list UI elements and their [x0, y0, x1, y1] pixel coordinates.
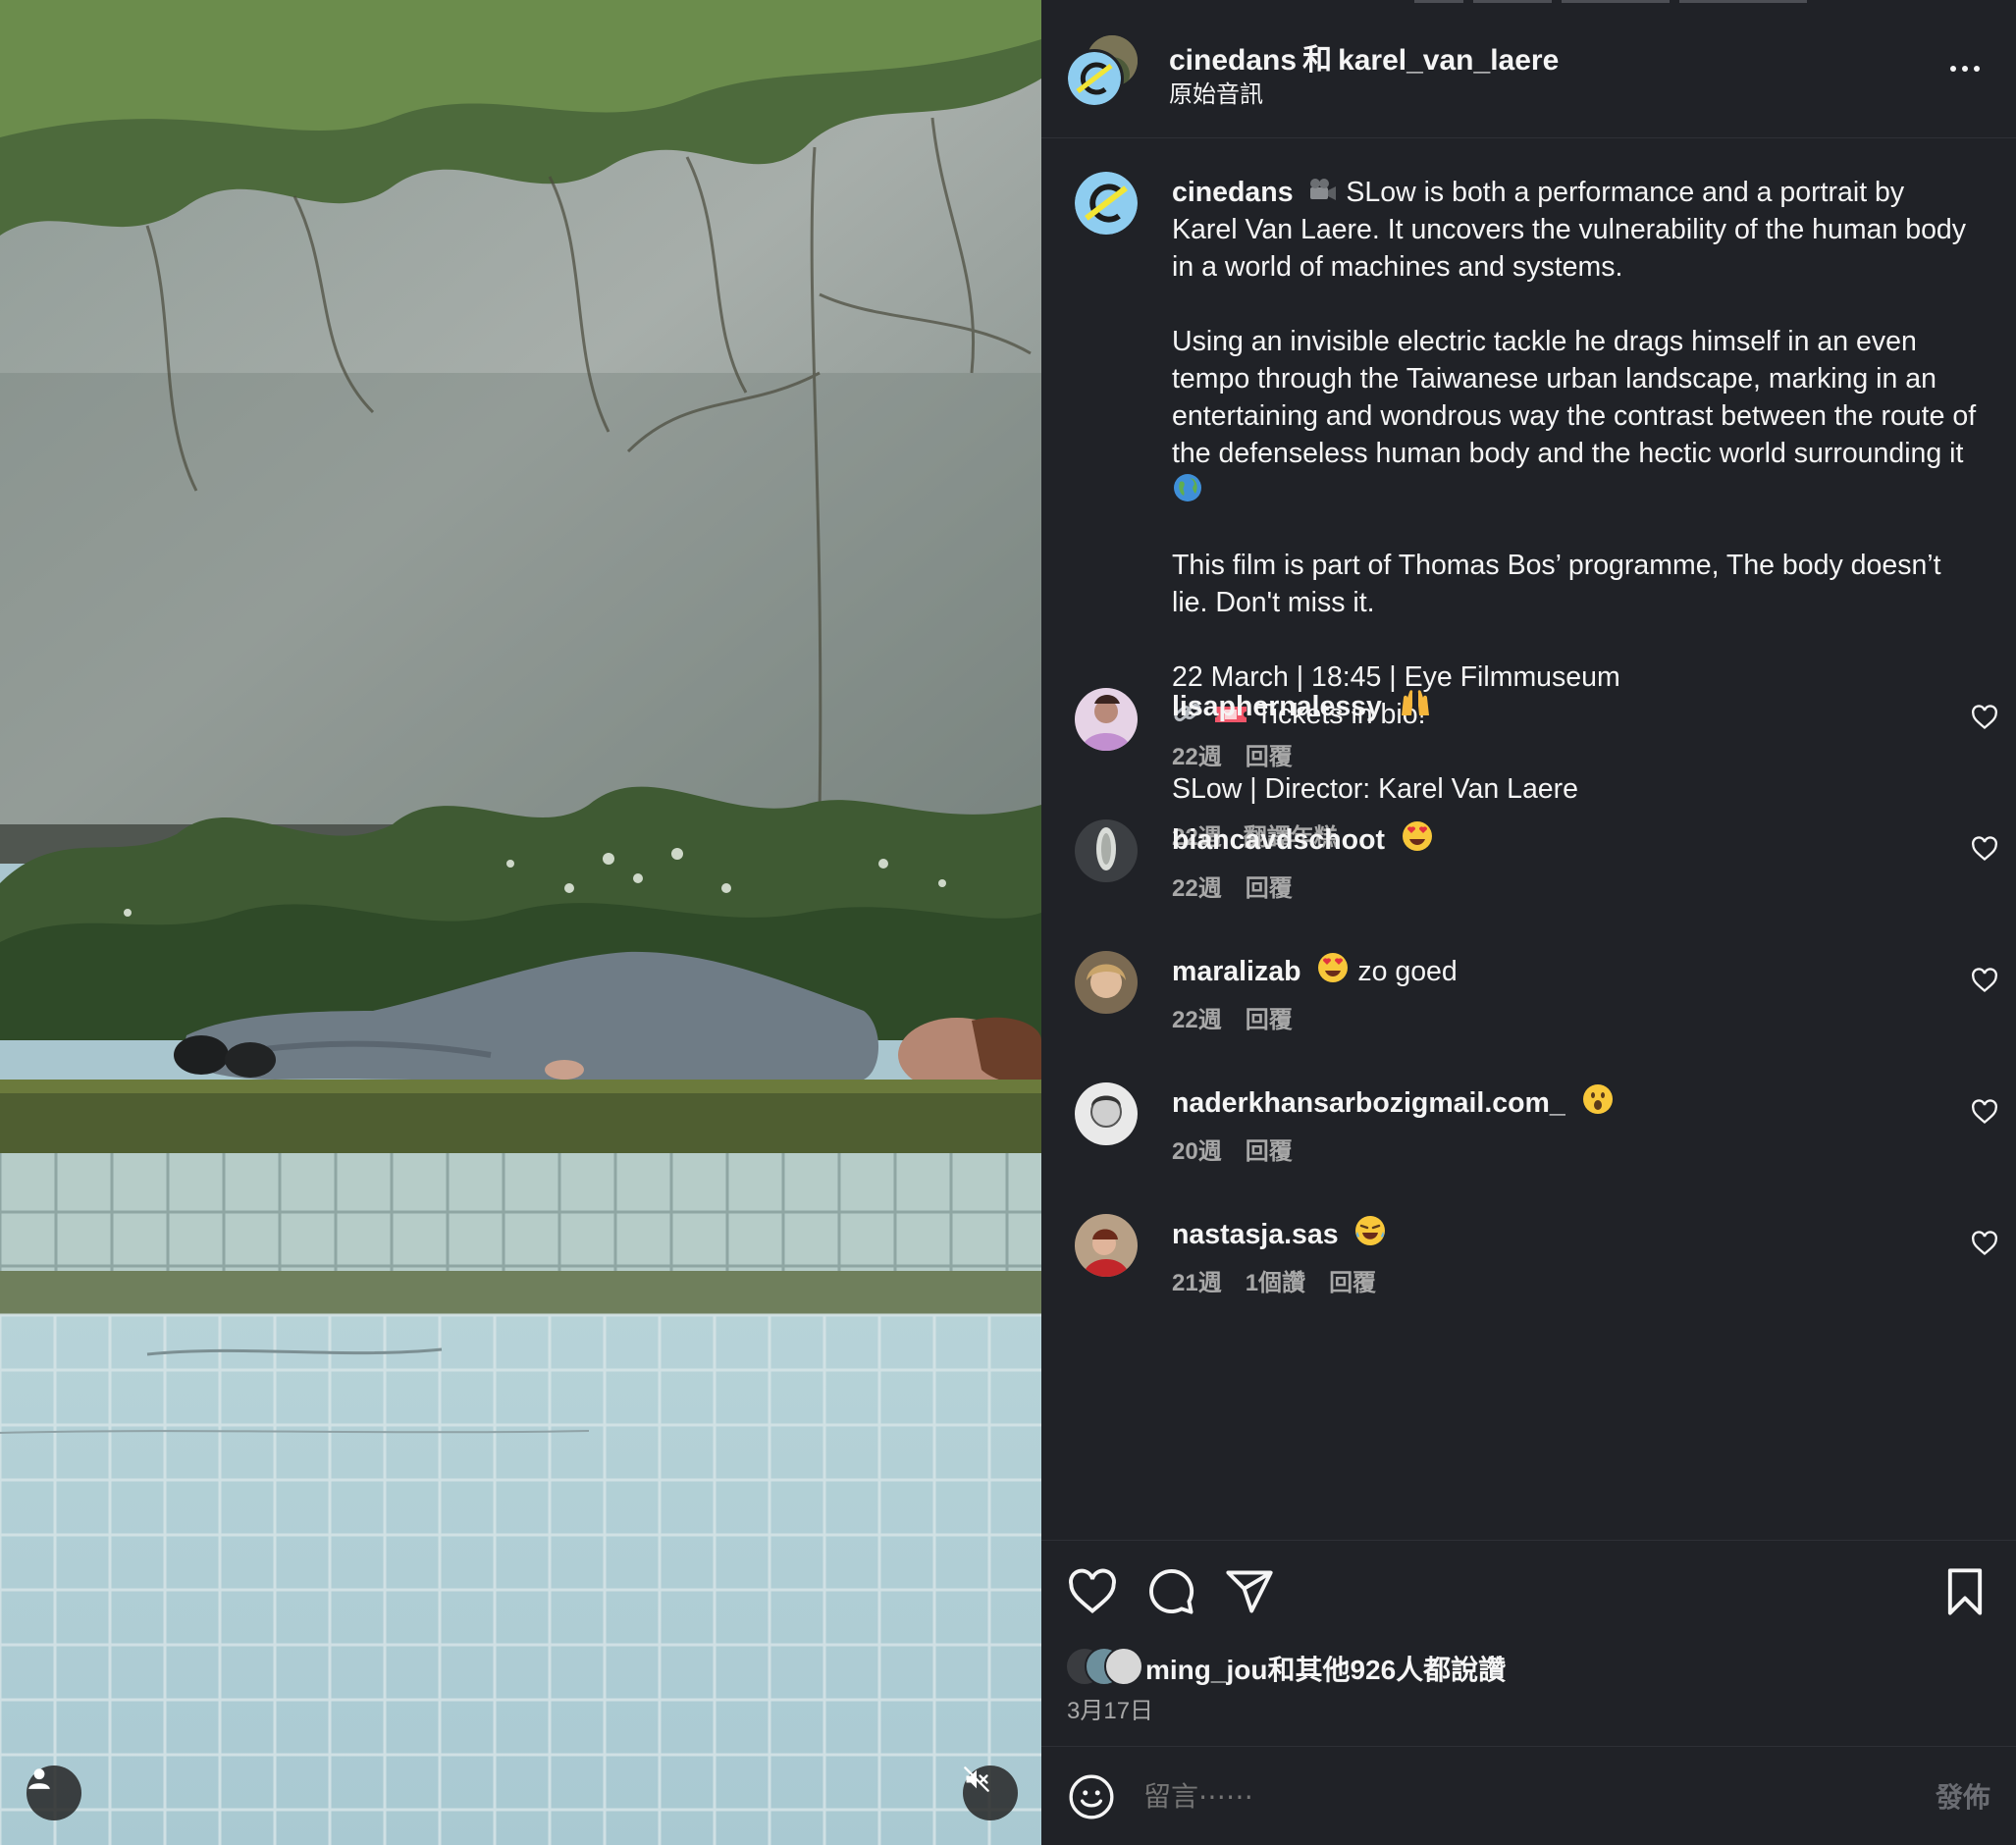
progress-segment: [1562, 0, 1670, 3]
comment-username[interactable]: naderkhansarbozigmail.com_: [1172, 1087, 1565, 1119]
more-icon-dot: [1950, 66, 1956, 72]
cinedans-logo-icon: [1068, 52, 1121, 105]
progress-segment: [1414, 0, 1463, 3]
commenter-avatar[interactable]: [1075, 951, 1138, 1014]
post-comment-button[interactable]: 發佈: [1936, 1776, 1990, 1816]
comment-item: biancavdschoot 22週 回覆: [1041, 819, 2016, 937]
comment-item: maralizab zo goed 22週 回覆: [1041, 951, 2016, 1069]
comment-meta: 22週 回覆: [1172, 1000, 1316, 1034]
reply-button[interactable]: 回覆: [1246, 744, 1293, 770]
commenter-avatar-image: [1075, 1082, 1138, 1145]
comment-input[interactable]: [1143, 1776, 1830, 1818]
caption-author-avatar[interactable]: [1075, 172, 1138, 235]
post-media-video[interactable]: [0, 0, 1041, 1845]
caption-paragraph: This film is part of Thomas Bos’ program…: [1172, 547, 1977, 621]
comments-scroll-area[interactable]: cinedans SLow is both a performance and …: [1041, 138, 2016, 1540]
comment-meta: 21週 1個讚 回覆: [1172, 1263, 1400, 1297]
comment-time[interactable]: 22週: [1172, 1007, 1222, 1033]
comment-time[interactable]: 22週: [1172, 875, 1222, 902]
comment-like-icon[interactable]: [1971, 704, 1998, 731]
more-options-button[interactable]: [1945, 49, 1985, 88]
mute-button[interactable]: [963, 1766, 1018, 1820]
commenter-avatar-image: [1075, 951, 1138, 1014]
reply-button[interactable]: 回覆: [1246, 875, 1293, 902]
post-actions: ming_jou和其他926人都說讚 3月17日: [1041, 1540, 2016, 1746]
save-icon[interactable]: [1939, 1566, 1990, 1617]
comment-item: lisaphernalessy 22週 回覆: [1041, 688, 2016, 806]
user-tag-button[interactable]: [27, 1766, 81, 1820]
commenter-avatar[interactable]: [1075, 1082, 1138, 1145]
post-authors: cinedans 和 karel_van_laere: [1169, 35, 1559, 79]
reply-button[interactable]: 回覆: [1246, 1138, 1293, 1165]
caption-text-3: This film is part of Thomas Bos’ program…: [1172, 550, 1941, 618]
cinedans-logo-icon: [1075, 172, 1138, 235]
comment-body: zo goed: [1357, 956, 1458, 987]
emoji-picker-icon[interactable]: [1067, 1772, 1116, 1821]
mute-icon: [964, 1766, 989, 1792]
comment-username[interactable]: nastasja.sas: [1172, 1219, 1339, 1250]
comment-text: nastasja.sas: [1172, 1214, 1387, 1251]
liker-avatar: [1104, 1647, 1143, 1686]
commenter-avatar[interactable]: [1075, 819, 1138, 882]
author-conjunction: 和: [1302, 44, 1333, 77]
comment-like-icon[interactable]: [1971, 835, 1998, 863]
post-side-panel: cinedans和karel_van_laere 原始音訊 cinedans: [1041, 0, 2016, 1845]
commenter-avatar[interactable]: [1075, 1214, 1138, 1277]
comment-text: naderkhansarbozigmail.com_: [1172, 1082, 1615, 1120]
comment-item: nastasja.sas 21週 1個讚 回覆: [1041, 1214, 2016, 1332]
caption-paragraph: cinedans SLow is both a performance and …: [1172, 174, 1977, 286]
film-camera-icon: [1310, 179, 1337, 200]
comment-icon[interactable]: [1145, 1566, 1196, 1617]
reply-button[interactable]: 回覆: [1329, 1270, 1376, 1296]
user-tag-icon: [28, 1768, 50, 1789]
caption-paragraph: Using an invisible electric tackle he dr…: [1172, 323, 1977, 509]
comment-time[interactable]: 20週: [1172, 1138, 1222, 1165]
progress-segment: [1679, 0, 1807, 3]
comment-like-icon[interactable]: [1971, 1230, 1998, 1257]
comment-text: lisaphernalessy: [1172, 688, 1433, 723]
comment-meta: 20週 回覆: [1172, 1132, 1316, 1166]
liked-by-avatars[interactable]: [1065, 1647, 1145, 1688]
comment-meta: 22週 回覆: [1172, 869, 1316, 903]
heart-eyes-emoji-icon: [1318, 953, 1349, 982]
comment-username[interactable]: maralizab: [1172, 956, 1300, 987]
comment-time[interactable]: 21週: [1172, 1270, 1222, 1296]
like-icon[interactable]: [1067, 1566, 1118, 1617]
comment-time[interactable]: 22週: [1172, 744, 1222, 770]
liked-by-text[interactable]: ming_jou和其他926人都說讚: [1145, 1649, 1506, 1688]
progress-segment: [1473, 0, 1552, 3]
commenter-avatar-image: [1075, 688, 1138, 751]
comment-like-icon[interactable]: [1971, 967, 1998, 994]
comment-username[interactable]: biancavdschoot: [1172, 824, 1385, 856]
video-frame: [0, 0, 1041, 1845]
share-icon[interactable]: [1224, 1566, 1275, 1617]
heart-eyes-emoji-icon: [1402, 821, 1432, 851]
comment-username[interactable]: lisaphernalessy: [1172, 691, 1382, 722]
globe-icon: [1174, 474, 1201, 501]
raised-hands-emoji-icon: [1401, 690, 1429, 715]
more-icon-dot: [1974, 66, 1980, 72]
laughing-emoji-icon: [1355, 1216, 1386, 1245]
commenter-avatar[interactable]: [1075, 688, 1138, 751]
author-avatar[interactable]: [1065, 49, 1124, 108]
comment-item: naderkhansarbozigmail.com_ 20週 回覆: [1041, 1082, 2016, 1200]
more-icon-dot: [1962, 66, 1968, 72]
commenter-avatar-image: [1075, 1214, 1138, 1277]
author-username[interactable]: cinedans: [1169, 44, 1297, 77]
comment-meta: 22週 回覆: [1172, 737, 1316, 771]
comment-composer: 發佈: [1041, 1746, 2016, 1845]
comment-like-count[interactable]: 1個讚: [1246, 1270, 1305, 1296]
post-date[interactable]: 3月17日: [1067, 1691, 1153, 1725]
caption-text-2: Using an invisible electric tackle he dr…: [1172, 326, 1977, 469]
comment-like-icon[interactable]: [1971, 1098, 1998, 1126]
audio-label[interactable]: 原始音訊: [1169, 75, 1263, 109]
caption-username[interactable]: cinedans: [1172, 177, 1294, 208]
comment-text: biancavdschoot: [1172, 819, 1434, 857]
post-header: cinedans 和 karel_van_laere 原始音訊: [1041, 0, 2016, 138]
reply-button[interactable]: 回覆: [1246, 1007, 1293, 1033]
comment-text: maralizab zo goed: [1172, 951, 1458, 988]
collaborator-username[interactable]: karel_van_laere: [1338, 44, 1559, 77]
commenter-avatar-image: [1075, 819, 1138, 882]
surprised-emoji-icon: [1582, 1084, 1613, 1114]
